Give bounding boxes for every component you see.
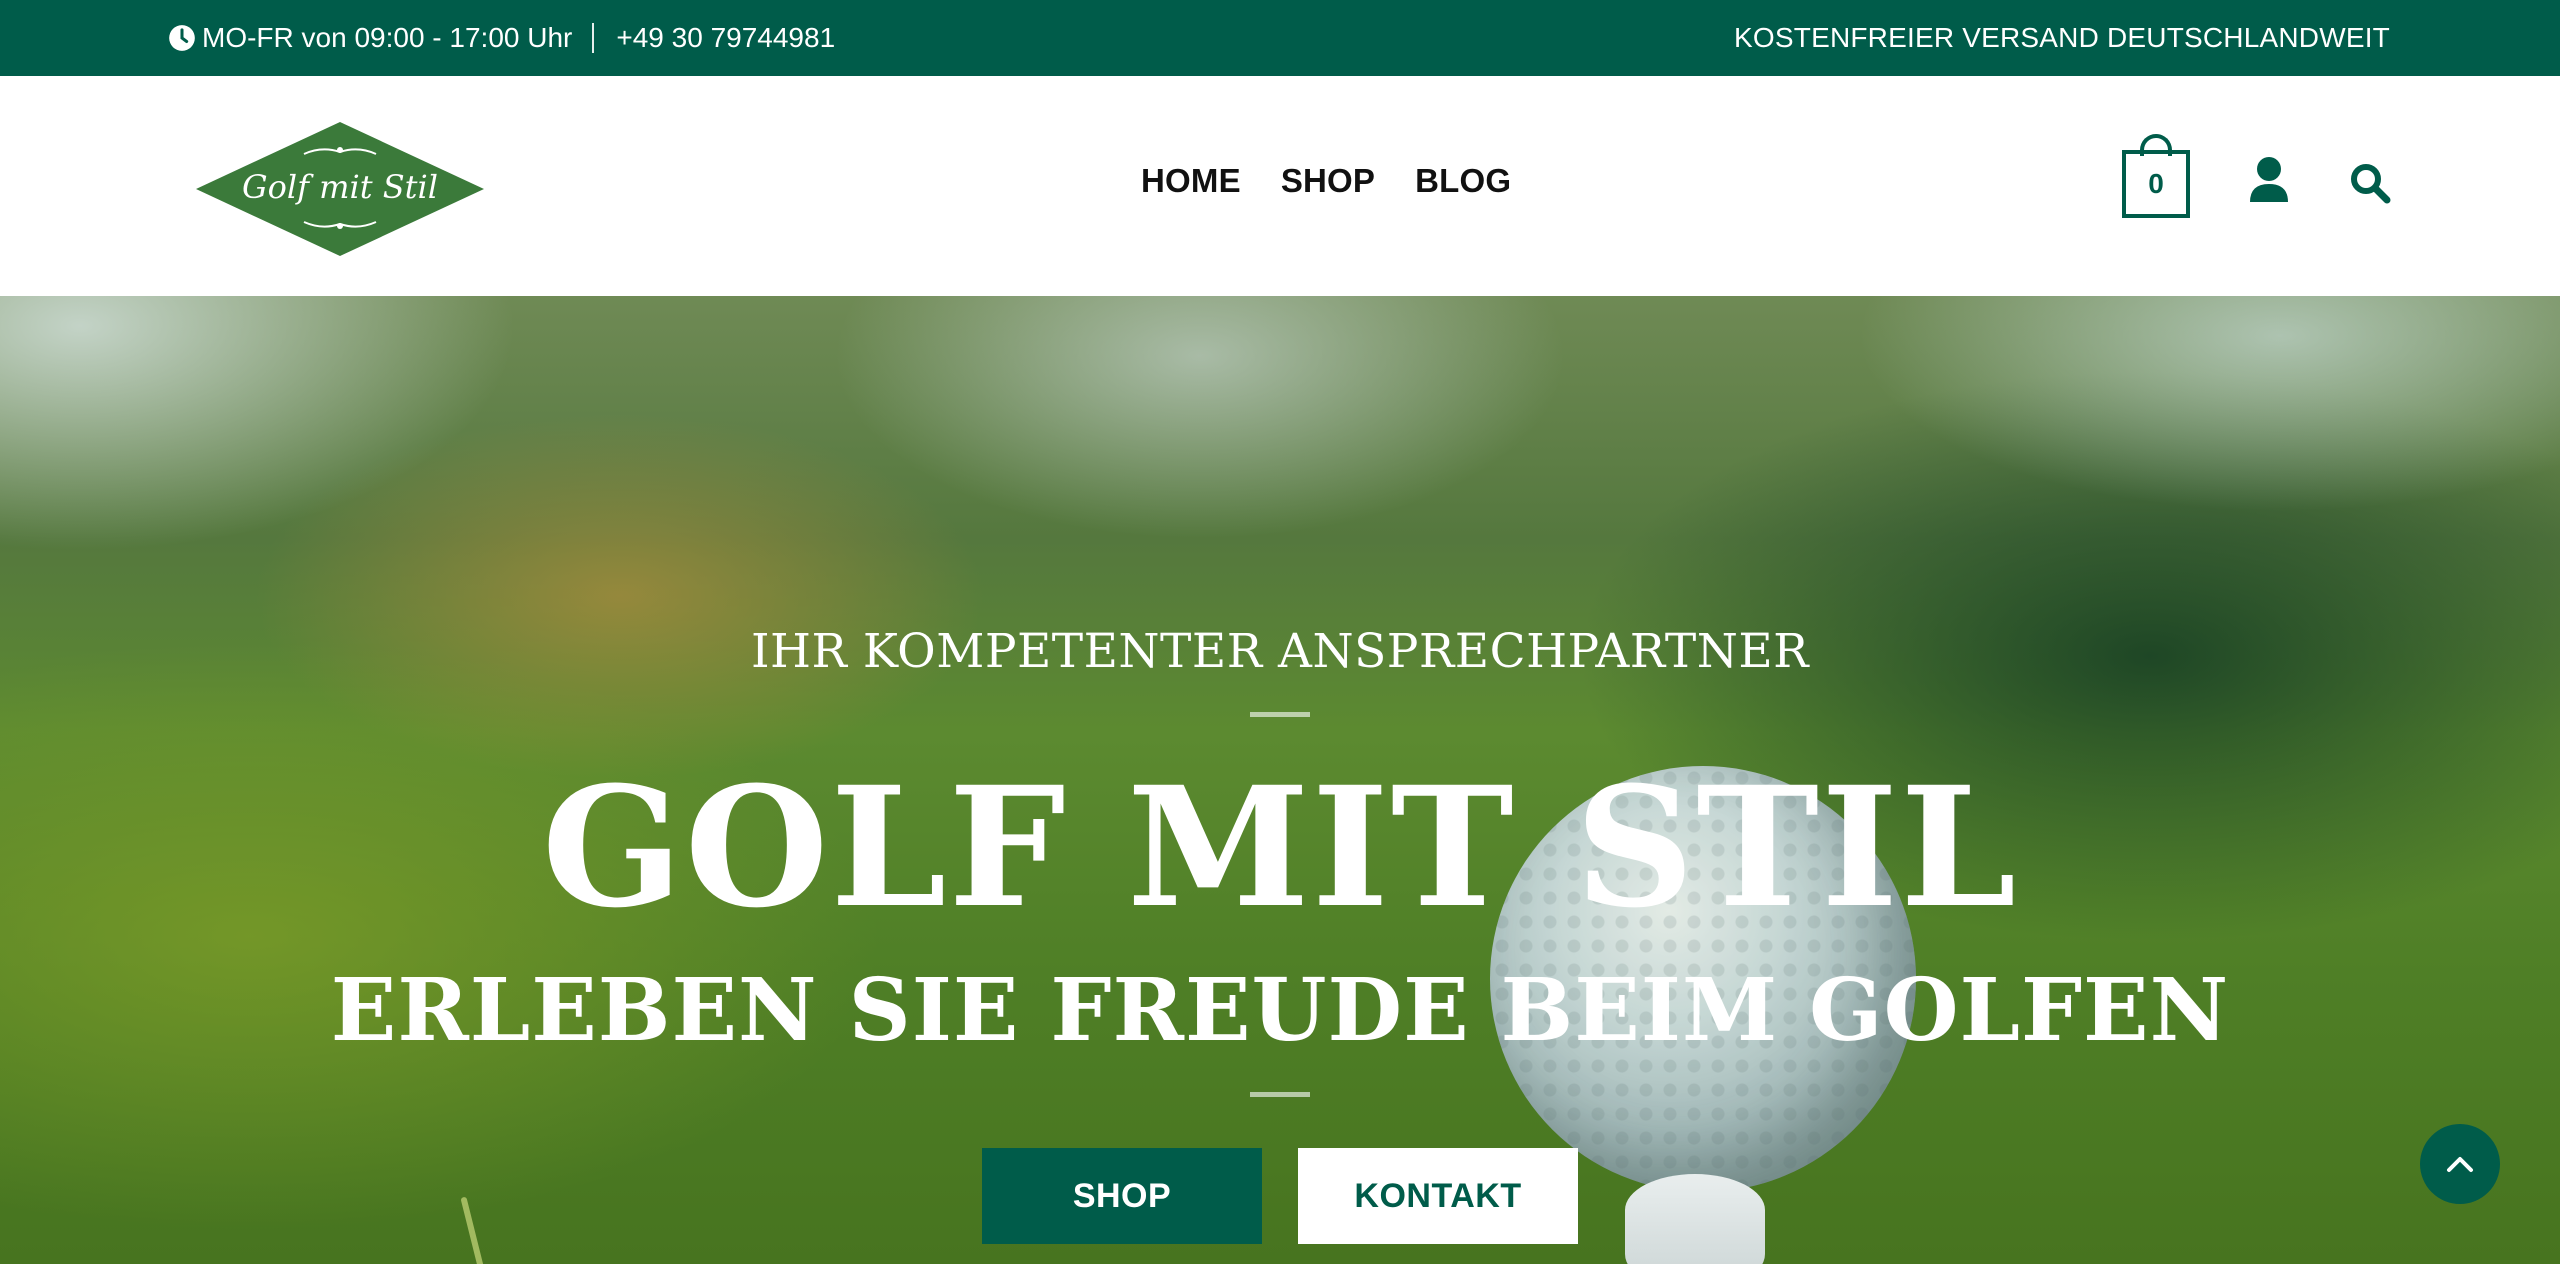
nav-home[interactable]: HOME [1141,162,1241,200]
hero-title: GOLF MIT STIL [541,750,2019,944]
search-icon[interactable] [2349,162,2391,204]
divider [592,23,595,53]
main-nav: HOME SHOP BLOG [1141,162,1511,200]
cart-button[interactable]: 0 [2122,150,2190,218]
golf-tee-image [1625,1174,1765,1264]
grass-blade [460,1196,486,1264]
divider-top [1250,712,1310,717]
shop-button[interactable]: SHOP [982,1148,1262,1244]
opening-hours: MO-FR von 09:00 - 17:00 Uhr [202,22,573,53]
phone-link[interactable]: +49 30 79744981 [616,22,835,54]
site-header: Golf mit Stil HOME SHOP BLOG 0 [0,76,2560,296]
clock-icon [169,25,195,51]
site-logo[interactable]: Golf mit Stil [194,120,486,258]
user-icon[interactable] [2248,156,2290,202]
nav-shop[interactable]: SHOP [1281,162,1375,200]
shipping-notice: KOSTENFREIER VERSAND DEUTSCHLANDWEIT [1734,22,2390,53]
hero-kicker: IHR KOMPETENTER ANSPRECHPARTNER [750,624,1810,679]
top-bar-left: MO-FR von 09:00 - 17:00 Uhr +49 30 79744… [168,0,835,76]
logo-text: Golf mit Stil [242,168,438,206]
kontakt-button[interactable]: KONTAKT [1298,1148,1578,1244]
top-bar: MO-FR von 09:00 - 17:00 Uhr +49 30 79744… [0,0,2560,76]
hero-subtitle: ERLEBEN SIE FREUDE BEIM GOLFEN [330,960,2230,1061]
cart-count: 0 [2148,168,2164,199]
nav-blog[interactable]: BLOG [1415,162,1511,200]
divider-bottom [1250,1092,1310,1097]
scroll-to-top-button[interactable] [2420,1124,2500,1204]
chevron-up-icon [2447,1157,2473,1172]
